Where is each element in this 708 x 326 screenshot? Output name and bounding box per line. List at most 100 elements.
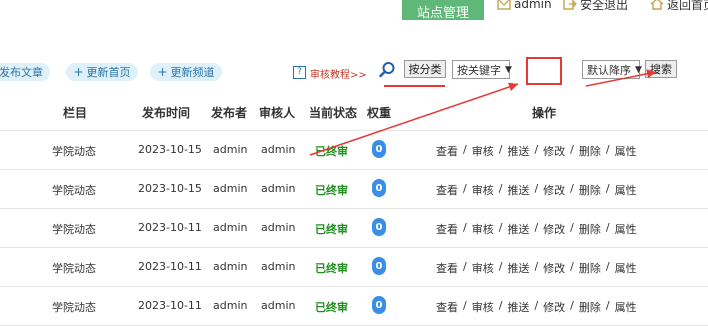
- action-separator: /: [605, 143, 610, 156]
- view-link[interactable]: 查看: [436, 299, 458, 315]
- table-header: 栏目 发布时间 发布者 审核人 当前状态 权重 操作: [0, 90, 708, 131]
- review-link[interactable]: 审核: [472, 221, 494, 237]
- status-badge: 已终审: [315, 301, 348, 314]
- properties-link[interactable]: 属性: [615, 299, 637, 315]
- status-badge: 已终审: [315, 145, 348, 158]
- by-category-button[interactable]: 按分类: [404, 60, 446, 78]
- delete-link[interactable]: 删除: [579, 143, 601, 159]
- push-link[interactable]: 推送: [507, 143, 529, 159]
- edit-link[interactable]: 修改: [543, 299, 565, 315]
- push-link[interactable]: 推送: [507, 182, 529, 198]
- view-link[interactable]: 查看: [436, 221, 458, 237]
- view-link[interactable]: 查看: [436, 143, 458, 159]
- envelope-icon: [497, 0, 511, 10]
- action-separator: /: [605, 299, 610, 312]
- action-separator: /: [534, 143, 539, 156]
- review-link[interactable]: 审核: [472, 182, 494, 198]
- weight-badge: 0: [372, 296, 386, 314]
- header-date: 发布时间: [142, 106, 191, 120]
- action-separator: /: [463, 182, 467, 195]
- edit-link[interactable]: 修改: [543, 260, 565, 276]
- action-separator: /: [570, 221, 574, 234]
- row-actions: 查看 / 审核 / 推送 / 修改 / 删除 / 属性: [436, 260, 637, 276]
- action-separator: /: [498, 221, 503, 234]
- weight-badge: 0: [372, 218, 386, 236]
- home-icon: [650, 0, 664, 10]
- cell-column: 学院动态: [52, 262, 96, 275]
- cell-date: 2023-10-11: [138, 299, 202, 312]
- header-column: 栏目: [63, 106, 88, 120]
- chevron-down-icon: ▼: [505, 64, 512, 75]
- cell-publisher: admin: [213, 143, 248, 156]
- cell-date: 2023-10-11: [138, 260, 202, 273]
- weight-badge: 0: [372, 179, 386, 197]
- action-separator: /: [605, 221, 610, 234]
- action-separator: /: [498, 299, 503, 312]
- cell-publisher: admin: [213, 182, 248, 195]
- update-home-button[interactable]: + 更新首页: [66, 63, 138, 81]
- site-manage-button[interactable]: 站点管理: [402, 0, 484, 20]
- properties-link[interactable]: 属性: [615, 260, 637, 276]
- properties-link[interactable]: 属性: [615, 182, 637, 198]
- action-separator: /: [605, 260, 610, 273]
- row-actions: 查看 / 审核 / 推送 / 修改 / 删除 / 属性: [436, 182, 637, 198]
- update-channel-button[interactable]: + 更新频道: [150, 63, 222, 81]
- action-separator: /: [534, 182, 539, 195]
- push-link[interactable]: 推送: [507, 221, 529, 237]
- push-link[interactable]: 推送: [507, 260, 529, 276]
- review-link[interactable]: 审核: [472, 299, 494, 315]
- header-status: 当前状态: [309, 106, 358, 120]
- row-actions: 查看 / 审核 / 推送 / 修改 / 删除 / 属性: [436, 143, 637, 159]
- row-actions: 查看 / 审核 / 推送 / 修改 / 删除 / 属性: [436, 221, 637, 237]
- keyword-select[interactable]: 按关键字 ▼: [452, 60, 512, 79]
- cell-date: 2023-10-15: [138, 143, 202, 156]
- delete-link[interactable]: 删除: [579, 221, 601, 237]
- action-separator: /: [463, 143, 467, 156]
- cell-publisher: admin: [213, 299, 248, 312]
- help-icon[interactable]: ?: [293, 66, 306, 79]
- logout-icon: [563, 0, 577, 10]
- cell-date: 2023-10-11: [138, 221, 202, 234]
- review-link[interactable]: 审核: [472, 143, 494, 159]
- header-weight: 权重: [367, 106, 392, 120]
- edit-link[interactable]: 修改: [543, 182, 565, 198]
- order-select[interactable]: 默认降序 ▼: [582, 60, 642, 79]
- edit-link[interactable]: 修改: [543, 143, 565, 159]
- delete-link[interactable]: 删除: [579, 260, 601, 276]
- action-separator: /: [570, 260, 574, 273]
- action-separator: /: [498, 260, 503, 273]
- status-badge: 已终审: [315, 223, 348, 236]
- help-tutorial-link[interactable]: 审核教程>>: [310, 66, 367, 81]
- cell-column: 学院动态: [52, 223, 96, 236]
- table-row: 学院动态 2023-10-11 admin admin 已终审 0 查看 / 审核 / 推送 / 修改 /…: [0, 286, 708, 326]
- edit-link[interactable]: 修改: [543, 221, 565, 237]
- delete-link[interactable]: 删除: [579, 182, 601, 198]
- review-link[interactable]: 审核: [472, 260, 494, 276]
- action-separator: /: [463, 299, 467, 312]
- action-separator: /: [463, 260, 467, 273]
- push-link[interactable]: 推送: [507, 299, 529, 315]
- action-separator: /: [570, 182, 574, 195]
- view-link[interactable]: 查看: [436, 260, 458, 276]
- cell-reviewer: admin: [261, 299, 296, 312]
- keyword-input[interactable]: [526, 57, 562, 85]
- properties-link[interactable]: 属性: [615, 143, 637, 159]
- delete-link[interactable]: 删除: [579, 299, 601, 315]
- admin-link[interactable]: admin: [497, 0, 552, 11]
- plus-icon: +: [157, 65, 168, 79]
- publish-article-button[interactable]: 发布文章: [0, 63, 50, 81]
- action-separator: /: [570, 143, 574, 156]
- search-button[interactable]: 搜索: [645, 60, 677, 78]
- home-link[interactable]: 返回首页: [650, 0, 708, 11]
- properties-link[interactable]: 属性: [615, 221, 637, 237]
- logout-link[interactable]: 安全退出: [563, 0, 628, 11]
- action-separator: /: [463, 221, 467, 234]
- chevron-down-icon: ▼: [635, 64, 642, 75]
- action-separator: /: [534, 260, 539, 273]
- action-separator: /: [498, 143, 503, 156]
- view-link[interactable]: 查看: [436, 182, 458, 198]
- action-separator: /: [534, 299, 539, 312]
- search-icon[interactable]: [378, 61, 396, 79]
- action-separator: /: [605, 182, 610, 195]
- action-separator: /: [534, 221, 539, 234]
